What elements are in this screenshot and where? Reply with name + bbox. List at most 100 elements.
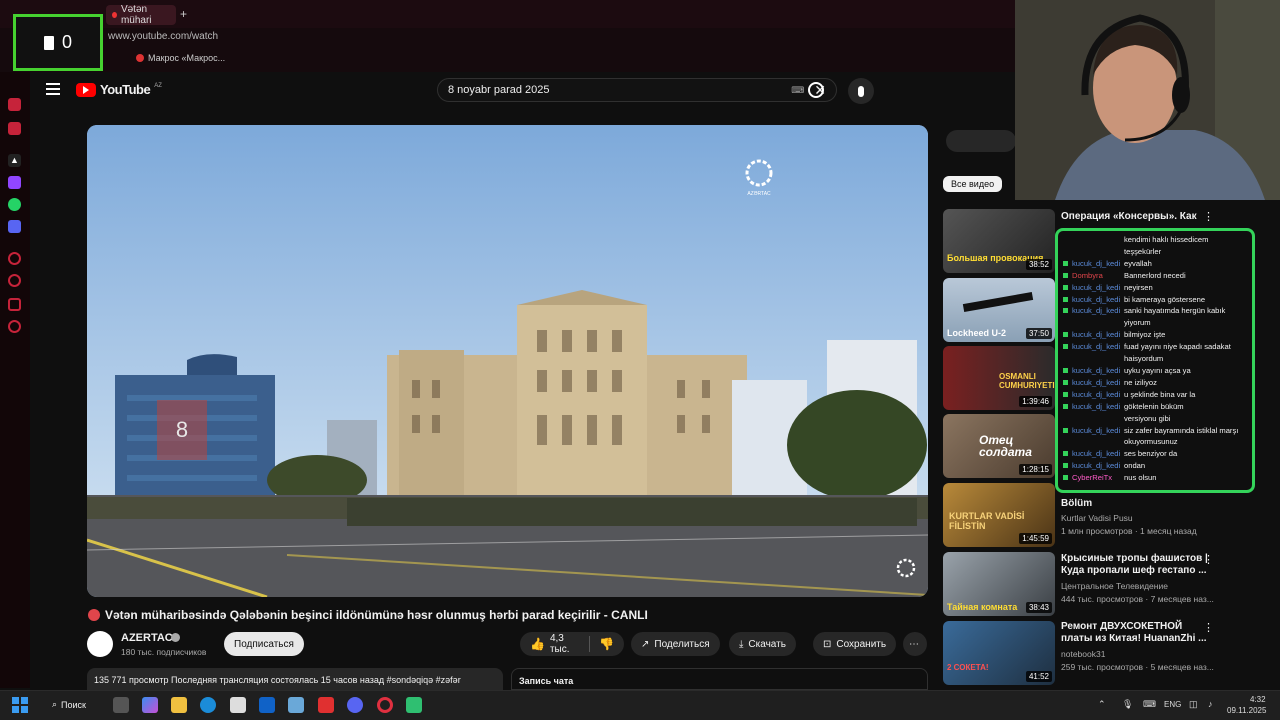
rec-title[interactable]: Ремонт ДВУХСОКЕТНОЙ платы из Китая! Huan… [1061,621,1211,645]
network-icon[interactable]: ◫ [1189,699,1198,710]
user-badge-icon [1063,463,1068,469]
chat-text: versiyonu gibi [1124,413,1171,423]
app-icon[interactable] [288,697,304,713]
user-badge-icon [1063,451,1068,457]
chat-message: kucuk_dj_kedi fuad yayını niye kapadı sad… [1063,341,1247,365]
filter-chip-all-videos[interactable]: Все видео [943,176,1003,192]
chat-username: kucuk_dj_kedi [1072,294,1121,304]
chat-replay-header[interactable]: Запись чата [511,668,928,690]
history-icon[interactable] [8,252,21,265]
menu-icon[interactable] [46,83,60,95]
chat-text: nus olsun [1124,473,1157,483]
thumb-caption: KURTLAR VADİSİ FİLİSTİN [949,511,1025,531]
messenger-icon[interactable] [8,98,21,111]
counter-value: 0 [61,32,72,52]
dislike-icon[interactable]: 👎 [599,637,614,651]
file-explorer-icon[interactable] [171,697,187,713]
subscribe-button[interactable]: Подписаться [224,632,304,656]
search-icon: ⌕ [52,699,58,709]
rec-thumbnail[interactable]: Lockheed U-2 37:50 [943,278,1055,342]
bookmark-item[interactable]: Макрос «Макрос... [136,53,225,63]
rec-channel[interactable]: notebook31 [1061,649,1105,659]
download-button[interactable]: ⤓ Скачать [729,632,796,656]
like-count[interactable]: 4,3 тыс. [550,633,580,655]
url-field[interactable]: www.youtube.com/watch [108,31,218,42]
video-description[interactable]: 135 771 просмотр Последняя трансляция со… [87,668,503,690]
channel-name[interactable]: AZERTAC [121,632,173,644]
wps-icon[interactable] [318,697,334,713]
user-badge-icon [1063,344,1068,350]
rec-meta: 1 млн просмотров · 1 месяц назад [1061,526,1197,536]
download-label: Скачать [748,638,786,650]
keyboard-icon[interactable]: ⌨ [791,85,804,96]
windows-start-icon[interactable] [12,697,28,713]
chat-username: kucuk_dj_kedi [1072,282,1121,292]
rec-thumbnail[interactable]: Большая провокация 38:52 [943,209,1055,273]
rec-thumbnail[interactable]: 2 СОКЕТА! 41:52 [943,621,1055,685]
stream-chat-overlay: kendimi haklı hissedicem teşşekürler kucu… [1055,228,1255,493]
divider [589,636,591,652]
rec-thumbnail[interactable]: OSMANLI CUMHURIYETI 1:39:46 [943,346,1055,410]
rec-meta: 259 тыс. просмотров · 5 месяцев наз... [1061,662,1214,672]
plane-shape [962,291,1034,313]
youtube-logo-text: YouTube [100,82,151,97]
extensions-icon[interactable] [8,298,21,311]
rec-more-icon[interactable]: ⋮ [1203,210,1214,223]
youtube-logo[interactable]: YouTube AZ [76,82,162,97]
tray-chevron-icon[interactable]: ⌃ [1098,699,1106,710]
edge-icon[interactable] [200,697,216,713]
rec-channel[interactable]: Kurtlar Vadisi Pusu [1061,513,1133,523]
rec-channel[interactable]: Центральное Телевидение [1061,581,1168,591]
like-icon[interactable]: 👍 [530,637,545,651]
store-icon[interactable] [230,697,246,713]
chat-text: sanki hayatımda hergün kabık yiyorum [1124,306,1226,328]
new-tab-button[interactable]: + [180,7,187,21]
twitch-icon[interactable] [8,176,21,189]
browser-sidebar: ▲ [0,72,30,688]
rec-thumbnail[interactable]: Отец солдата 1:28:15 [943,414,1055,478]
taskbar-search[interactable]: ⌕ Поиск [52,699,86,710]
ai-icon[interactable]: ▲ [8,154,21,167]
search-input[interactable]: 8 noyabr parad 2025 ⌨ ✕ [437,78,837,102]
streaming-app-icon[interactable] [406,697,422,713]
keyboard-tray-icon[interactable]: ⌨ [1143,699,1156,710]
save-button[interactable]: ⊡ Сохранить [813,632,897,656]
channel-avatar[interactable] [87,631,113,657]
chat-text: kendimi haklı hissedicem teşşekürler [1124,235,1209,256]
microphone-tray-icon[interactable]: 🎙 [1122,699,1133,710]
settings-gear-icon[interactable] [8,320,21,333]
rec-more-icon[interactable]: ⋮ [1203,553,1214,566]
share-button[interactable]: ↗ Поделиться [631,632,720,656]
banner-text: 8 [176,417,188,442]
rec-thumbnail[interactable]: Тайная комната 38:43 [943,552,1055,616]
rec-title[interactable]: Крысиные тропы фашистов | Куда пропали ш… [1061,553,1211,577]
clock-icon[interactable] [8,274,21,287]
duration-badge: 38:52 [1025,259,1052,270]
more-actions-button[interactable]: ⋯ [903,632,927,656]
player-icon[interactable] [8,122,21,135]
browser-tab[interactable]: Vətən mühari [106,4,176,26]
voice-search-button[interactable] [848,78,874,104]
discord-icon[interactable] [8,220,21,233]
volume-icon[interactable]: ♪ [1208,699,1213,709]
copilot-icon[interactable] [142,697,158,713]
chat-username: kucuk_dj_kedi [1072,306,1121,316]
search-icon[interactable] [808,82,824,98]
video-player[interactable]: 8 AZƏRTAC [87,125,928,597]
save-label: Сохранить [836,638,887,650]
language-indicator[interactable]: ENG [1164,700,1181,709]
rec-title[interactable]: Bölüm [1061,498,1211,510]
discord-taskbar-icon[interactable] [347,697,363,713]
clock-time[interactable]: 4:32 [1250,695,1266,704]
rec-more-icon[interactable]: ⋮ [1203,621,1214,634]
rec-title[interactable]: Операция «Консервы». Как [1061,211,1211,223]
clock-date[interactable]: 09.11.2025 [1227,706,1266,715]
outlook-icon[interactable] [259,697,275,713]
task-view-icon[interactable] [113,697,129,713]
rec-thumbnail[interactable]: KURTLAR VADİSİ FİLİSTİN 1:45:59 [943,483,1055,547]
whatsapp-icon[interactable] [8,198,21,211]
opera-icon[interactable] [377,697,393,713]
filter-bar [946,130,1016,152]
rec-meta: 444 тыс. просмотров · 7 месяцев наз... [1061,594,1214,604]
youtube-play-icon [76,82,96,97]
